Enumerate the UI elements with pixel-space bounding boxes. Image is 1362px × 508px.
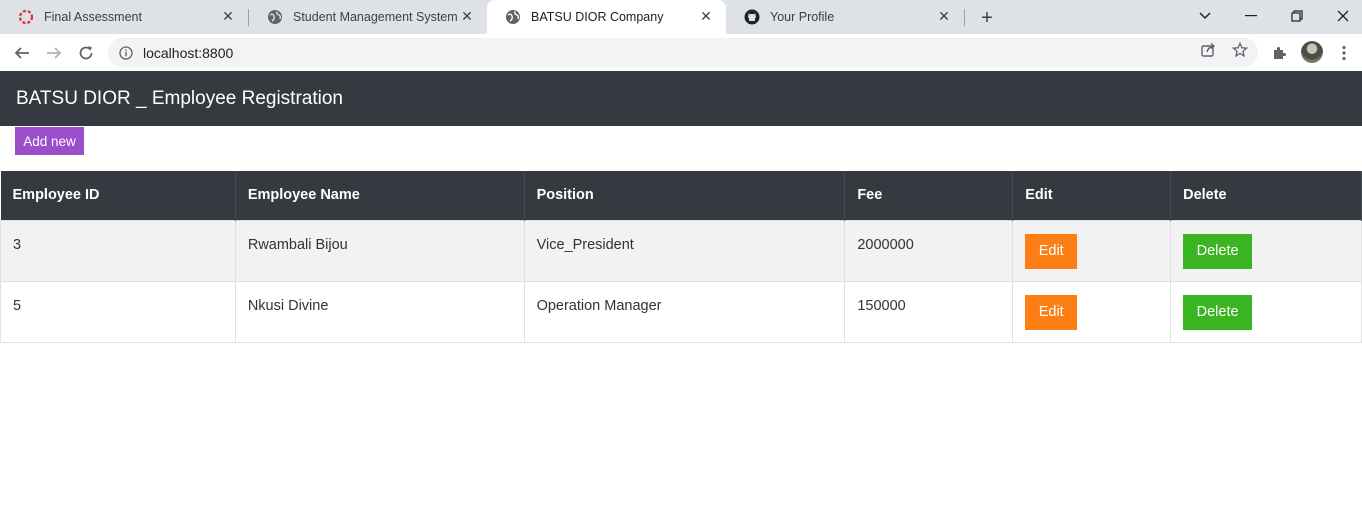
tab-search-chevron-icon[interactable] — [1193, 4, 1217, 28]
employee-table: Employee ID Employee Name Position Fee E… — [0, 171, 1362, 343]
delete-button[interactable]: Delete — [1183, 294, 1253, 330]
share-icon[interactable] — [1199, 41, 1217, 59]
column-header-employee-name: Employee Name — [235, 171, 525, 220]
edit-button[interactable]: Edit — [1025, 233, 1078, 269]
forward-arrow-icon[interactable] — [43, 42, 65, 64]
cell-employee-name: Nkusi Divine — [234, 280, 525, 343]
delete-button[interactable]: Delete — [1183, 233, 1253, 269]
close-tab-icon[interactable]: ✕ — [220, 8, 236, 24]
cell-position: Vice_President — [523, 219, 846, 282]
cell-position: Operation Manager — [523, 280, 846, 343]
new-tab-plus-icon[interactable]: + — [976, 7, 998, 29]
column-header-fee: Fee — [844, 171, 1014, 220]
extensions-puzzle-icon[interactable] — [1269, 43, 1289, 63]
globe-icon — [267, 9, 283, 25]
info-icon[interactable] — [118, 45, 134, 61]
close-tab-icon[interactable]: ✕ — [698, 8, 714, 24]
browser-tab-strip: Final Assessment ✕ Student Management Sy… — [0, 0, 1362, 34]
column-header-delete: Delete — [1170, 171, 1362, 220]
cell-employee-name: Rwambali Bijou — [234, 219, 525, 282]
loading-ring-icon — [18, 9, 34, 25]
cell-edit: Edit — [1012, 219, 1172, 282]
cell-delete: Delete — [1170, 280, 1362, 343]
url-text: localhost:8800 — [143, 44, 234, 61]
add-new-button[interactable]: Add new — [15, 127, 84, 155]
bookmark-star-icon[interactable] — [1231, 41, 1249, 59]
cell-employee-id: 3 — [0, 219, 236, 282]
globe-icon — [505, 9, 521, 25]
cell-delete: Delete — [1170, 219, 1362, 282]
profile-avatar[interactable] — [1301, 41, 1323, 63]
table-header-row: Employee ID Employee Name Position Fee E… — [0, 171, 1362, 220]
app-navbar: BATSU DIOR _ Employee Registration — [0, 71, 1362, 126]
edit-button[interactable]: Edit — [1025, 294, 1078, 330]
restore-icon[interactable] — [1285, 4, 1309, 28]
browser-toolbar: localhost:8800 — [0, 34, 1362, 71]
minimize-icon[interactable] — [1239, 4, 1263, 28]
tab-student-management[interactable]: Student Management System ✕ — [249, 0, 487, 34]
page-title[interactable]: BATSU DIOR _ Employee Registration — [16, 88, 343, 110]
close-tab-icon[interactable]: ✕ — [459, 8, 475, 24]
cell-fee: 150000 — [844, 280, 1014, 343]
tab-title: Final Assessment — [44, 10, 142, 24]
tab-title: Student Management System — [293, 10, 458, 24]
tab-batsu-dior[interactable]: BATSU DIOR Company ✕ — [487, 0, 726, 34]
tab-title: Your Profile — [770, 10, 835, 24]
back-arrow-icon[interactable] — [11, 42, 33, 64]
column-header-edit: Edit — [1012, 171, 1172, 220]
more-options-icon[interactable] — [1334, 43, 1354, 63]
cell-employee-id: 5 — [0, 280, 236, 343]
tab-title: BATSU DIOR Company — [531, 10, 664, 24]
cell-edit: Edit — [1012, 280, 1172, 343]
tab-divider — [964, 9, 965, 26]
table-row: 3 Rwambali Bijou Vice_President 2000000 … — [0, 219, 1362, 282]
table-row: 5 Nkusi Divine Operation Manager 150000 … — [0, 280, 1362, 343]
close-tab-icon[interactable]: ✕ — [936, 8, 952, 24]
close-window-icon[interactable] — [1331, 4, 1355, 28]
column-header-employee-id: Employee ID — [0, 171, 236, 220]
tab-your-profile[interactable]: Your Profile ✕ — [726, 0, 964, 34]
column-header-position: Position — [524, 171, 846, 220]
github-icon — [744, 9, 760, 25]
address-bar[interactable]: localhost:8800 — [108, 38, 1258, 67]
reload-icon[interactable] — [75, 42, 97, 64]
cell-fee: 2000000 — [844, 219, 1014, 282]
tab-final-assessment[interactable]: Final Assessment ✕ — [0, 0, 248, 34]
